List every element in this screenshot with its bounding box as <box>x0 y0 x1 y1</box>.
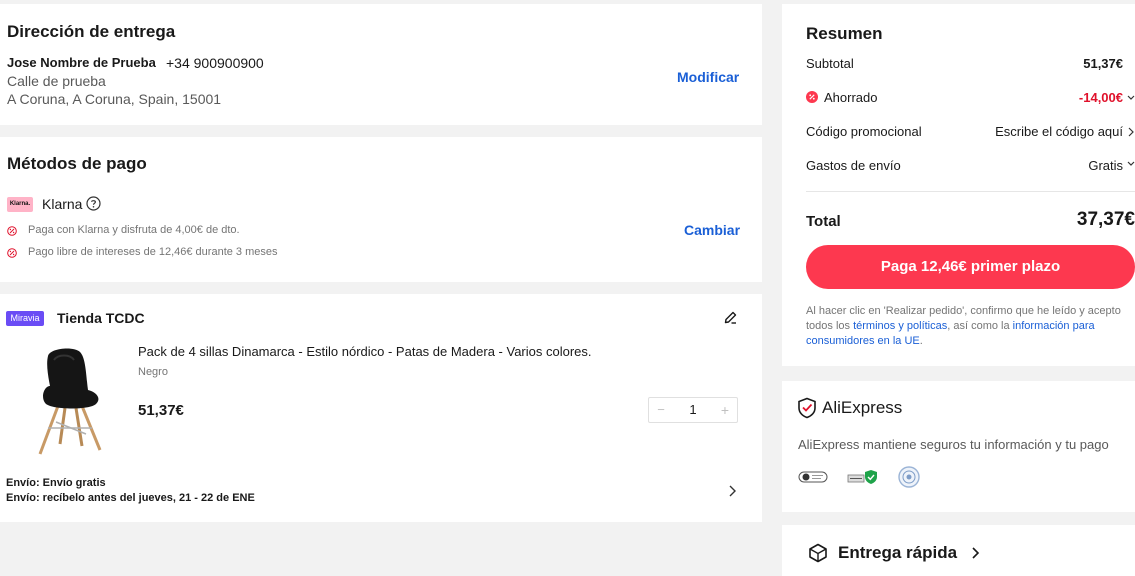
fast-delivery-title: Entrega rápida <box>838 543 958 562</box>
package-icon <box>808 543 828 563</box>
shipping-cost-value[interactable]: Gratis <box>1088 158 1123 173</box>
klarna-promo-installments: Pago libre de intereses de 12,46€ durant… <box>28 246 278 258</box>
total-label: Total <box>806 213 841 230</box>
discount-tag-icon <box>806 91 818 103</box>
quantity-decrease-button[interactable]: − <box>649 398 673 422</box>
quantity-stepper: − 1 + <box>648 397 738 423</box>
promo-code-input[interactable]: Escribe el código aquí <box>995 124 1123 139</box>
privacy-certificate-icon <box>798 469 828 485</box>
store-order-card: Miravia Tienda TCDC Pack de 4 sillas Din… <box>0 294 762 522</box>
recipient-name: Jose Nombre de Prueba <box>7 55 156 70</box>
legal-text: , así como la <box>947 320 1013 332</box>
store-name[interactable]: Tienda TCDC <box>57 310 145 326</box>
aliexpress-brand: AliExpress <box>822 398 903 417</box>
security-card: AliExpress AliExpress mantiene seguros t… <box>782 381 1135 512</box>
chevron-down-icon[interactable] <box>1127 94 1135 102</box>
secure-payment-certificate-icon <box>846 467 880 487</box>
chevron-right-icon[interactable] <box>1127 127 1135 137</box>
summary-title: Resumen <box>806 24 883 43</box>
security-message: AliExpress mantiene seguros tu informaci… <box>798 437 1109 452</box>
discount-tag-icon <box>7 248 17 258</box>
recipient-phone: +34 900900900 <box>166 55 264 71</box>
miravia-badge: Miravia <box>6 311 44 326</box>
quantity-increase-button[interactable]: + <box>713 398 737 422</box>
pay-button-label: Paga 12,46€ primer plazo <box>880 258 1061 275</box>
summary-divider <box>806 191 1135 192</box>
terms-link[interactable]: términos y políticas <box>853 320 947 332</box>
modify-address-link[interactable]: Modificar <box>677 69 739 85</box>
product-variant: Negro <box>138 366 168 378</box>
klarna-logo-text: Klarna. <box>9 201 31 207</box>
payment-methods-title: Métodos de pago <box>7 154 147 173</box>
help-icon[interactable] <box>86 196 101 211</box>
discount-tag-icon <box>7 226 17 236</box>
address-street: Calle de prueba <box>7 73 106 89</box>
shipping-info: Envío: Envío gratis <box>6 477 106 489</box>
shipping-cost-label: Gastos de envío <box>806 158 901 173</box>
chevron-right-icon[interactable] <box>727 484 737 498</box>
payment-methods-card: Métodos de pago Klarna. Klarna Paga con … <box>0 137 762 282</box>
chevron-down-icon[interactable] <box>1127 160 1135 168</box>
subtotal-label: Subtotal <box>806 56 854 71</box>
klarna-logo: Klarna. <box>7 197 33 212</box>
payment-method-name: Klarna <box>42 196 83 212</box>
product-image[interactable] <box>30 346 110 456</box>
legal-text: . <box>919 335 923 347</box>
trust-seal-icon <box>898 466 920 488</box>
fast-delivery-card[interactable]: Entrega rápida <box>782 525 1135 576</box>
subtotal-value: 51,37€ <box>1083 56 1123 71</box>
shield-check-icon <box>797 397 817 419</box>
product-title[interactable]: Pack de 4 sillas Dinamarca - Estilo nórd… <box>138 344 592 359</box>
quantity-value[interactable]: 1 <box>673 398 713 422</box>
pay-first-installment-button[interactable]: Paga 12,46€ primer plazo <box>806 245 1135 289</box>
delivery-estimate: Envío: recíbelo antes del jueves, 21 - 2… <box>6 492 255 504</box>
miravia-badge-text: Miravia <box>10 313 40 323</box>
product-price: 51,37€ <box>138 402 184 419</box>
saved-value[interactable]: -14,00€ <box>1079 90 1123 105</box>
chevron-right-icon[interactable] <box>970 546 980 560</box>
promo-code-label: Código promocional <box>806 124 922 139</box>
order-summary-card: Resumen Subtotal 51,37€ Ahorrado -14,00€… <box>782 4 1135 366</box>
legal-notice: Al hacer clic en 'Realizar pedido', conf… <box>806 304 1135 349</box>
edit-icon[interactable] <box>723 310 738 325</box>
klarna-promo-discount: Paga con Klarna y disfruta de 4,00€ de d… <box>28 224 240 236</box>
delivery-address-title: Dirección de entrega <box>7 22 176 41</box>
address-city: A Coruna, A Coruna, Spain, 15001 <box>7 91 222 107</box>
delivery-address-card: Dirección de entrega Jose Nombre de Prue… <box>0 4 762 125</box>
change-payment-link[interactable]: Cambiar <box>684 222 740 238</box>
total-value: 37,37€ <box>1076 209 1135 230</box>
saved-label: Ahorrado <box>824 90 878 105</box>
